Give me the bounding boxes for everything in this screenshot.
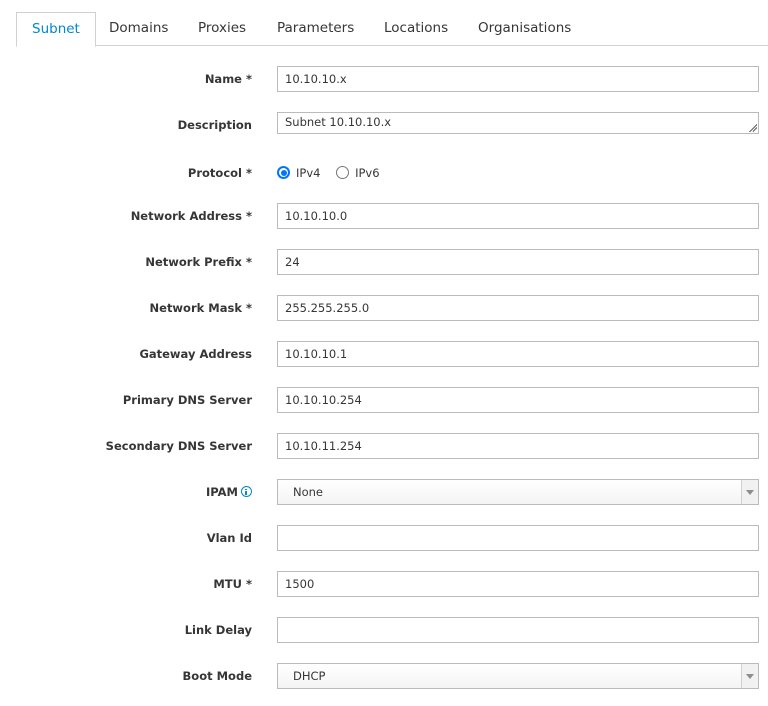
radio-ipv6[interactable]	[336, 166, 350, 179]
network-prefix-row: Network Prefix * 24	[0, 249, 768, 275]
info-circle-icon[interactable]	[241, 486, 252, 497]
gateway-address-input[interactable]: 10.10.10.1	[277, 341, 759, 367]
network-mask-input[interactable]: 255.255.255.0	[277, 295, 759, 321]
description-row: Description Subnet 10.10.10.x	[0, 112, 768, 138]
ipam-label: IPAM	[206, 485, 238, 499]
chevron-down-icon[interactable]	[741, 664, 758, 688]
link-delay-input[interactable]	[277, 617, 759, 643]
tab-organisations[interactable]: Organisations	[478, 12, 571, 46]
primary-dns-label: Primary DNS Server	[122, 393, 252, 407]
link-delay-label: Link Delay	[184, 623, 252, 637]
ipam-select[interactable]: None	[277, 479, 759, 505]
protocol-radio-group: IPv4 IPv6	[277, 160, 392, 186]
resize-handle-icon[interactable]	[748, 123, 757, 132]
boot-mode-row: Boot Mode DHCP	[0, 663, 768, 689]
radio-ipv4[interactable]	[277, 166, 290, 179]
tab-locations[interactable]: Locations	[384, 12, 448, 46]
vlan-id-input[interactable]	[277, 525, 759, 551]
radio-ipv4-label: IPv4	[296, 166, 321, 180]
network-prefix-input[interactable]: 24	[277, 249, 759, 275]
protocol-option-ipv6[interactable]: IPv6	[336, 160, 380, 186]
description-textarea[interactable]: Subnet 10.10.10.x	[277, 112, 759, 134]
secondary-dns-label: Secondary DNS Server	[105, 439, 252, 453]
boot-mode-label: Boot Mode	[182, 669, 252, 683]
radio-ipv6-label: IPv6	[355, 166, 380, 180]
network-prefix-label: Network Prefix *	[145, 255, 252, 269]
link-delay-row: Link Delay	[0, 617, 768, 643]
protocol-row: Protocol * IPv4 IPv6	[0, 160, 768, 186]
description-label: Description	[177, 118, 252, 132]
network-mask-row: Network Mask * 255.255.255.0	[0, 295, 768, 321]
network-mask-label: Network Mask *	[149, 301, 252, 315]
name-label: Name *	[204, 72, 252, 86]
network-address-input[interactable]: 10.10.10.0	[277, 203, 759, 229]
mtu-input[interactable]: 1500	[277, 571, 759, 597]
protocol-option-ipv4[interactable]: IPv4	[277, 160, 320, 186]
mtu-label: MTU *	[213, 577, 252, 591]
gateway-address-row: Gateway Address 10.10.10.1	[0, 341, 768, 367]
vlan-id-label: Vlan Id	[206, 531, 252, 545]
boot-mode-select[interactable]: DHCP	[277, 663, 759, 689]
mtu-row: MTU * 1500	[0, 571, 768, 597]
tab-parameters[interactable]: Parameters	[277, 12, 354, 46]
tab-proxies[interactable]: Proxies	[198, 12, 246, 46]
ipam-label-wrap: IPAM	[206, 479, 252, 505]
gateway-address-label: Gateway Address	[139, 347, 252, 361]
name-row: Name * 10.10.10.x	[0, 66, 768, 92]
secondary-dns-input[interactable]: 10.10.11.254	[277, 433, 759, 459]
primary-dns-row: Primary DNS Server 10.10.10.254	[0, 387, 768, 413]
chevron-down-icon[interactable]	[741, 480, 758, 504]
tab-subnet[interactable]: Subnet	[16, 12, 96, 47]
tab-domains[interactable]: Domains	[109, 12, 168, 46]
network-address-label: Network Address *	[130, 209, 252, 223]
protocol-label: Protocol *	[187, 166, 252, 180]
network-address-row: Network Address * 10.10.10.0	[0, 203, 768, 229]
boot-mode-selected-value: DHCP	[293, 669, 326, 683]
tab-bar: Subnet Domains Proxies Parameters Locati…	[16, 12, 768, 47]
vlan-id-row: Vlan Id	[0, 525, 768, 551]
ipam-row: IPAM None	[0, 479, 768, 505]
ipam-selected-value: None	[293, 485, 324, 499]
description-text: Subnet 10.10.10.x	[285, 115, 392, 129]
name-input[interactable]: 10.10.10.x	[277, 66, 759, 92]
secondary-dns-row: Secondary DNS Server 10.10.11.254	[0, 433, 768, 459]
primary-dns-input[interactable]: 10.10.10.254	[277, 387, 759, 413]
